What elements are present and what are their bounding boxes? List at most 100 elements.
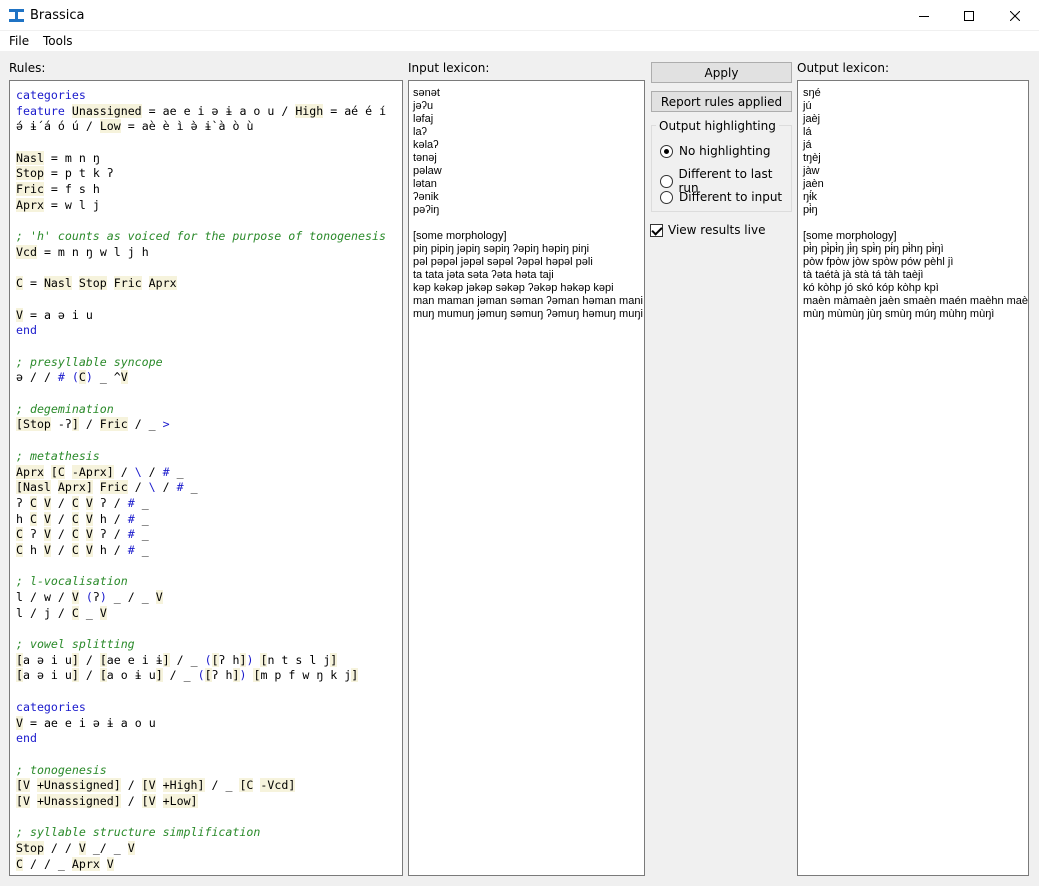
app-icon (9, 9, 24, 22)
output-lexicon-line: mùŋ mùmùŋ jùŋ smùŋ múŋ mùhŋ mùŋì (803, 308, 995, 320)
rules-line: categories (16, 699, 86, 714)
radio-label: No highlighting (679, 144, 771, 158)
rules-line (16, 747, 396, 763)
rules-line: [Stop -ʔ] / Fric / _ > (16, 417, 170, 432)
output-lexicon-line: [some morphology] (803, 230, 897, 242)
rules-line (16, 559, 396, 575)
rules-line: ; degemination (16, 401, 114, 416)
radio-indicator (660, 190, 673, 204)
rules-line: Fric = f s h (16, 182, 100, 197)
view-live-label: View results live (668, 223, 766, 237)
output-lexicon-line: pɨ̀ŋ (803, 204, 818, 216)
checkbox-indicator (650, 223, 663, 237)
rules-line (16, 339, 396, 355)
close-icon (1010, 10, 1020, 21)
rules-editor[interactable]: categories feature Unassigned = ae e i ə … (9, 80, 403, 876)
rules-line (16, 292, 396, 308)
input-lexicon-line: laʔ (413, 126, 428, 138)
rules-line: [V +Unassigned] / [V +Low] (16, 793, 198, 808)
menu-file[interactable]: File (9, 34, 29, 48)
rules-line: ; vowel splitting (16, 637, 135, 652)
rules-label: Rules: (9, 61, 46, 75)
rules-line: [a ə i u] / [a o ɨ u] / _ ([ʔ h]) [m p f… (16, 668, 359, 683)
radio-no-highlighting[interactable]: No highlighting (660, 144, 770, 158)
menu-tools[interactable]: Tools (43, 34, 73, 48)
rules-line: C ʔ V / C V ʔ / # _ (16, 527, 149, 542)
radio-label: Different to input (679, 190, 783, 204)
rules-line (16, 386, 396, 402)
output-lexicon-line: jaèn (803, 178, 824, 190)
rules-text: categories feature Unassigned = ae e i ə … (16, 88, 396, 872)
output-lexicon-line: ŋɨ́k (803, 191, 818, 203)
apply-button[interactable]: Apply (651, 62, 792, 83)
rules-line: V = a ə i u (16, 307, 93, 322)
rules-line (16, 261, 396, 277)
output-lexicon-line: tà taétà jà stà tá tàh taèjì (803, 269, 924, 281)
rules-line: feature Unassigned = ae e i ə ɨ a o u / … (16, 103, 387, 118)
output-lexicon-line: jàw (803, 165, 820, 177)
output-lexicon-line: sŋé (803, 87, 821, 99)
rules-line: ə́ ɨ́ á ó ú / Low = aè è ì ə̀ ɨ̀ à ò ù (16, 119, 254, 134)
input-lexicon-editor[interactable]: sənət jəʔu ləfaj laʔ kəlaʔ tənəj pəlaw lətan ʔən… (408, 80, 645, 876)
rules-line (16, 810, 396, 826)
rules-line: [V +Unassigned] / [V +High] / _ [C -Vcd] (16, 778, 296, 793)
input-lexicon-label: Input lexicon: (408, 61, 490, 75)
rules-line: C h V / C V h / # _ (16, 542, 149, 557)
rules-line: l / j / C _ V (16, 605, 107, 620)
radio-indicator (660, 174, 673, 188)
rules-line (16, 135, 396, 151)
rules-line: ; l-vocalisation (16, 574, 128, 589)
input-lexicon-line: lətan (413, 178, 437, 190)
rules-line: Aprx = w l j (16, 197, 100, 212)
input-lexicon-line: ləfaj (413, 113, 434, 125)
radio-different-to-input[interactable]: Different to input (660, 190, 782, 204)
output-lexicon-line: tŋèj (803, 152, 821, 164)
output-lexicon-line: jaèj (803, 113, 821, 125)
rules-line: ; 'h' counts as voiced for the purpose o… (16, 229, 386, 244)
input-lexicon-line: man maman jəman səman ʔəman həman mani (413, 295, 643, 307)
input-lexicon-line: sənət (413, 87, 440, 99)
output-lexicon-line: já (803, 139, 812, 151)
rules-line: end (16, 731, 37, 746)
maximize-icon (964, 10, 974, 21)
maximize-button[interactable] (946, 0, 992, 31)
rules-line: end (16, 323, 37, 338)
input-lexicon-line: ʔənik (413, 191, 439, 203)
input-lexicon-line: pəʔiŋ (413, 204, 440, 216)
close-button[interactable] (992, 0, 1038, 31)
input-lexicon-text: sənət jəʔu ləfaj laʔ kəlaʔ tənəj pəlaw lətan ʔən… (413, 87, 643, 321)
input-lexicon-line: pəlaw (413, 165, 442, 177)
window-title: Brassica (30, 8, 85, 23)
input-lexicon-line: ta tata jəta səta ʔəta həta taji (413, 269, 554, 281)
rules-line: Stop / / V _/ _ V (16, 841, 135, 855)
minimize-icon (919, 15, 929, 17)
rules-line (16, 214, 396, 230)
rules-line: ; presyllable syncope (16, 354, 163, 369)
output-lexicon-line: kó kòhp jó skó kóp kòhp kpì (803, 282, 939, 294)
rules-line: ; syllable structure simplification (16, 825, 261, 840)
output-lexicon-view[interactable]: sŋé jú jaèj lá já tŋèj jàw jaèn ŋɨ́k pɨ̀ŋ [some mo… (797, 80, 1029, 876)
rules-line: [Nasl Aprx] Fric / \ / # _ (16, 480, 198, 495)
rules-line: [a ə i u] / [ae e i ɨ] / _ ([ʔ h]) [n t … (16, 652, 338, 667)
menu-bar: File Tools (0, 31, 1039, 51)
rules-line: V = ae e i ə ɨ a o u (16, 715, 156, 730)
output-highlighting-group: Output highlighting No highlighting Diff… (651, 119, 792, 212)
input-lexicon-line: [some morphology] (413, 230, 507, 242)
input-lexicon-line: piŋ pipiŋ jəpiŋ səpiŋ ʔəpiŋ həpiŋ piŋi (413, 243, 590, 255)
report-rules-button[interactable]: Report rules applied (651, 91, 792, 112)
minimize-button[interactable] (901, 0, 947, 31)
input-lexicon-line: muŋ mumuŋ jəmuŋ səmuŋ ʔəmuŋ həmuŋ muŋi (413, 308, 643, 320)
rules-line: ə / / # (C) _ ^V (16, 370, 128, 385)
output-lexicon-line: jú (803, 100, 812, 112)
rules-line (16, 621, 396, 637)
input-lexicon-line (413, 217, 640, 230)
rules-line: categories (16, 88, 86, 102)
rules-line: l / w / V (ʔ) _ / _ V (16, 590, 163, 604)
output-lexicon-line: maèn màmaèn jaèn smaèn maén maèhn maènì (803, 295, 1029, 307)
rules-line (16, 684, 396, 700)
rules-line: Vcd = m n ŋ w l j h (16, 244, 149, 259)
view-live-checkbox[interactable]: View results live (650, 223, 765, 237)
rules-line: Nasl = m n ŋ (16, 150, 100, 165)
rules-line: C / / _ Aprx V (16, 856, 114, 871)
output-lexicon-line: pɨ̀ŋ pɨ̀pɨ̀ŋ jɨ̀ŋ spɨ̀ŋ pɨ́ŋ pɨ̀hŋ pɨ̀ŋì (803, 243, 944, 255)
